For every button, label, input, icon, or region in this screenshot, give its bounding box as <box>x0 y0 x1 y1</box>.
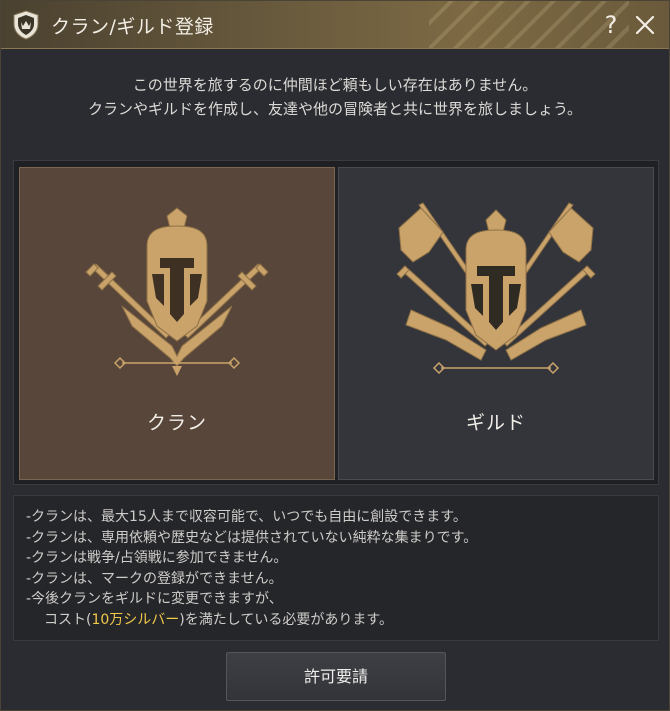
clan-option-label: クラン <box>146 412 207 434</box>
guild-emblem-icon <box>396 202 596 375</box>
intro-line-2: クランやギルドを作成し、友達や他の冒険者と共に世界を旅しましょう。 <box>87 100 583 118</box>
cost-suffix: )を満たしている必要があります。 <box>179 611 393 628</box>
clan-option-card[interactable]: クラン <box>19 167 335 480</box>
clan-guild-dialog: クラン/ギルド登録 ? この世界を旅するのに仲間ほど頼もしい存在はありません。 … <box>0 0 670 711</box>
intro-line-1: この世界を旅するのに仲間ほど頼もしい存在はありません。 <box>132 76 538 94</box>
type-selection-area: クラン ギルド <box>13 160 659 485</box>
note-line: -クランは、専用依頼や歴史などは提供されていない純粋な集まりです。 <box>26 529 478 546</box>
guild-option-card[interactable]: ギルド <box>338 167 654 480</box>
note-line: -クランは戦争/占領戦に参加できません。 <box>26 550 288 566</box>
window-title: クラン/ギルド登録 <box>51 16 214 38</box>
intro-text: この世界を旅するのに仲間ほど頼もしい存在はありません。 クランやギルドを作成し、… <box>1 73 669 121</box>
clan-description-notes: -クランは、最大15人まで収容可能で、いつでも自由に創設できます。 -クランは、… <box>13 495 659 641</box>
guild-option-label: ギルド <box>465 412 526 434</box>
shield-emblem-icon <box>13 10 39 40</box>
cost-amount: 10万シルバー <box>91 611 180 628</box>
note-line: -今後クランをギルドに変更できますが、 <box>26 591 283 607</box>
clan-emblem-icon <box>85 207 269 376</box>
help-button[interactable]: ? <box>597 9 625 41</box>
cost-prefix: コスト( <box>44 611 92 628</box>
note-line: -クランは、最大15人まで収容可能で、いつでも自由に創設できます。 <box>26 509 467 525</box>
close-icon[interactable] <box>633 13 657 37</box>
note-line: -クランは、マークの登録ができません。 <box>26 570 283 587</box>
request-permission-button[interactable]: 許可要請 <box>226 652 446 701</box>
title-bar[interactable]: クラン/ギルド登録 ? <box>1 1 669 49</box>
note-line-cost: コスト(10万シルバー)を満たしている必要があります。 <box>26 610 658 631</box>
